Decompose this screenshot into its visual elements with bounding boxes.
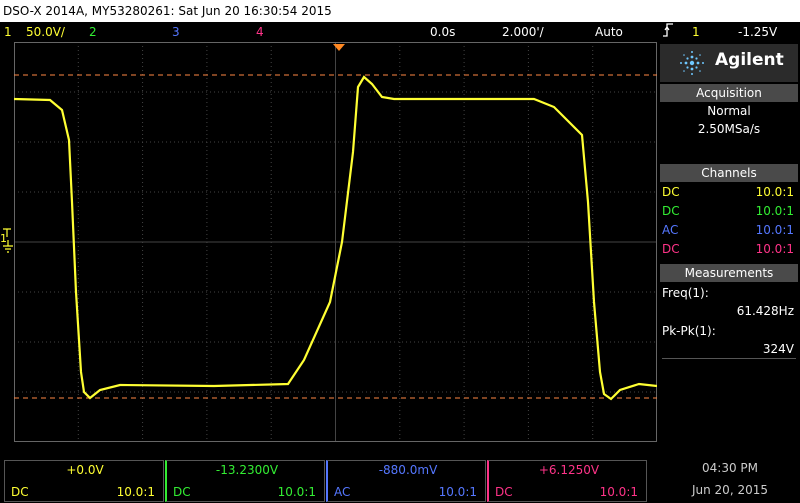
meas1-label: Freq(1): bbox=[662, 286, 709, 300]
ch4-softkey-probe: 10.0:1 bbox=[599, 485, 638, 499]
sidebar: Agilent Acquisition Normal 2.50MSa/s Cha… bbox=[660, 44, 800, 442]
ch2-offset: -13.2300V bbox=[215, 463, 279, 477]
ch2-coupling: DC bbox=[662, 204, 680, 218]
time-scale[interactable]: 2.000'/ bbox=[502, 22, 544, 42]
channels-panel[interactable]: DC 10.0:1 DC 10.0:1 AC 10.0:1 DC 10.0:1 bbox=[660, 182, 798, 262]
agilent-spark-icon bbox=[680, 51, 704, 75]
ch2-number[interactable]: 2 bbox=[89, 22, 97, 42]
measurements-panel[interactable]: Freq(1): 61.428Hz Pk-Pk(1): 324V bbox=[660, 282, 798, 440]
meas2-label: Pk-Pk(1): bbox=[662, 324, 716, 338]
ch3-offset: -880.0mV bbox=[378, 463, 438, 477]
trigger-level-marker[interactable] bbox=[2, 228, 14, 238]
ch4-coupling: DC bbox=[662, 242, 680, 256]
ch1-softkey-coupling: DC bbox=[11, 485, 29, 499]
brand-name: Agilent bbox=[715, 50, 784, 70]
measurements-header: Measurements bbox=[660, 264, 798, 282]
softkey-ch2[interactable]: -13.2300V DC 10.0:1 bbox=[165, 460, 325, 502]
ch1-number[interactable]: 1 bbox=[4, 22, 12, 42]
window-title: DSO-X 2014A, MY53280261: Sat Jun 20 16:3… bbox=[0, 0, 800, 22]
ch1-scale[interactable]: 50.0V/ bbox=[26, 22, 65, 42]
softkey-ch3[interactable]: -880.0mV AC 10.0:1 bbox=[326, 460, 486, 502]
ch2-probe: 10.0:1 bbox=[755, 204, 794, 218]
acquisition-header: Acquisition bbox=[660, 84, 798, 102]
waveform-display[interactable] bbox=[14, 42, 657, 442]
ch4-offset: +6.1250V bbox=[538, 463, 600, 477]
ch1-coupling: DC bbox=[662, 185, 680, 199]
acq-rate: 2.50MSa/s bbox=[697, 122, 761, 136]
time-delay[interactable]: 0.0s bbox=[430, 22, 455, 42]
ch4-probe: 10.0:1 bbox=[755, 242, 794, 256]
ch3-softkey-coupling: AC bbox=[334, 485, 351, 499]
meas2-value: 324V bbox=[762, 342, 794, 356]
trigger-channel[interactable]: 1 bbox=[692, 22, 700, 42]
ch1-softkey-probe: 10.0:1 bbox=[116, 485, 155, 499]
channel-softkeys: +0.0V DC 10.0:1 -13.2300V DC 10.0:1 -880… bbox=[0, 455, 660, 503]
ground-icon bbox=[3, 240, 13, 253]
acquisition-panel[interactable]: Normal 2.50MSa/s bbox=[660, 102, 798, 162]
channel-row-2[interactable]: DC 10.0:1 bbox=[662, 202, 794, 220]
ch3-number[interactable]: 3 bbox=[172, 22, 180, 42]
channel-status-bar: 1 50.0V/ 2 3 4 0.0s 2.000'/ Auto 1 -1.25… bbox=[0, 22, 800, 42]
ch4-number[interactable]: 4 bbox=[256, 22, 264, 42]
clock-time: 04:30 PM bbox=[702, 461, 758, 475]
channels-header: Channels bbox=[660, 164, 798, 182]
clock: 04:30 PM Jun 20, 2015 bbox=[660, 455, 800, 503]
channel-row-3[interactable]: AC 10.0:1 bbox=[662, 221, 794, 239]
ch2-softkey-coupling: DC bbox=[173, 485, 191, 499]
channel-row-4[interactable]: DC 10.0:1 bbox=[662, 240, 794, 258]
channel-row-1[interactable]: DC 10.0:1 bbox=[662, 183, 794, 201]
ch1-probe: 10.0:1 bbox=[755, 185, 794, 199]
softkey-ch4[interactable]: +6.1250V DC 10.0:1 bbox=[487, 460, 647, 502]
ch3-probe: 10.0:1 bbox=[755, 223, 794, 237]
brand-logo: Agilent bbox=[660, 44, 798, 82]
softkey-ch1[interactable]: +0.0V DC 10.0:1 bbox=[4, 460, 164, 502]
ch3-coupling: AC bbox=[662, 223, 679, 237]
trigger-edge-icon bbox=[662, 22, 674, 44]
trigger-mode[interactable]: Auto bbox=[595, 22, 623, 42]
clock-date: Jun 20, 2015 bbox=[691, 483, 768, 497]
ch1-offset: +0.0V bbox=[66, 463, 104, 477]
ch4-softkey-coupling: DC bbox=[495, 485, 513, 499]
meas1-value: 61.428Hz bbox=[736, 304, 794, 318]
acq-mode: Normal bbox=[707, 104, 751, 118]
trigger-level[interactable]: -1.25V bbox=[738, 22, 777, 42]
ch2-softkey-probe: 10.0:1 bbox=[277, 485, 316, 499]
ch3-softkey-probe: 10.0:1 bbox=[438, 485, 477, 499]
